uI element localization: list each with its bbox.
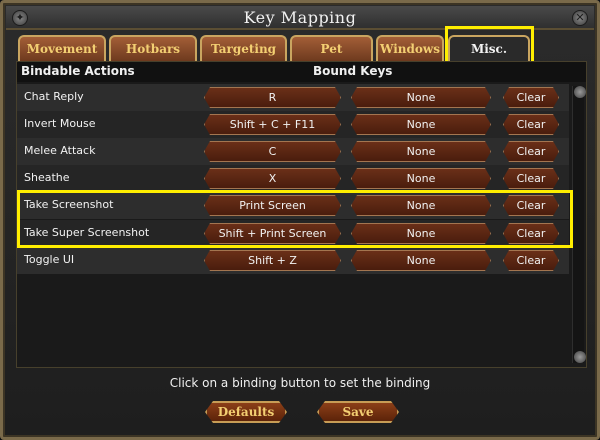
scroll-down-icon[interactable] <box>574 351 586 363</box>
table-row: Chat Reply R None Clear <box>17 84 569 111</box>
secondary-binding-button[interactable]: None <box>351 168 491 189</box>
tab-targeting[interactable]: Targeting <box>200 35 287 61</box>
secondary-binding-button[interactable]: None <box>351 141 491 162</box>
defaults-button[interactable]: Defaults <box>205 401 287 423</box>
table-header: Bindable Actions Bound Keys <box>17 62 586 82</box>
save-button[interactable]: Save <box>317 401 399 423</box>
header-bound-keys: Bound Keys <box>313 64 393 78</box>
clear-button[interactable]: Clear <box>503 87 559 108</box>
tab-pet[interactable]: Pet <box>290 35 373 61</box>
screenshot-rows-highlight <box>17 190 573 248</box>
primary-binding-button[interactable]: C <box>204 141 341 162</box>
primary-binding-button[interactable]: X <box>204 168 341 189</box>
clear-button[interactable]: Clear <box>503 250 559 271</box>
secondary-binding-button[interactable]: None <box>351 87 491 108</box>
table-row: Invert Mouse Shift + C + F11 None Clear <box>17 111 569 138</box>
tab-movement[interactable]: Movement <box>18 35 106 61</box>
action-label: Chat Reply <box>24 90 84 103</box>
action-label: Invert Mouse <box>24 117 96 130</box>
gear-icon[interactable]: ✦ <box>12 10 28 26</box>
scroll-up-icon[interactable] <box>574 86 586 98</box>
table-row: Sheathe X None Clear <box>17 165 569 192</box>
clear-button[interactable]: Clear <box>503 168 559 189</box>
secondary-binding-button[interactable]: None <box>351 250 491 271</box>
scrollbar[interactable] <box>572 86 586 363</box>
tab-windows[interactable]: Windows <box>376 35 444 61</box>
action-label: Toggle UI <box>24 253 75 266</box>
action-label: Sheathe <box>24 171 70 184</box>
primary-binding-button[interactable]: Shift + C + F11 <box>204 114 341 135</box>
tab-hotbars[interactable]: Hotbars <box>109 35 197 61</box>
primary-binding-button[interactable]: R <box>204 87 341 108</box>
close-icon[interactable]: ✕ <box>572 10 588 26</box>
instruction-text: Click on a binding button to set the bin… <box>169 376 431 390</box>
secondary-binding-button[interactable]: None <box>351 114 491 135</box>
clear-button[interactable]: Clear <box>503 141 559 162</box>
primary-binding-button[interactable]: Shift + Z <box>204 250 341 271</box>
window-title: Key Mapping <box>243 8 357 27</box>
action-label: Melee Attack <box>24 144 96 157</box>
table-row: Toggle UI Shift + Z None Clear <box>17 247 569 274</box>
header-bindable-actions: Bindable Actions <box>21 64 135 78</box>
table-row: Melee Attack C None Clear <box>17 138 569 165</box>
clear-button[interactable]: Clear <box>503 114 559 135</box>
